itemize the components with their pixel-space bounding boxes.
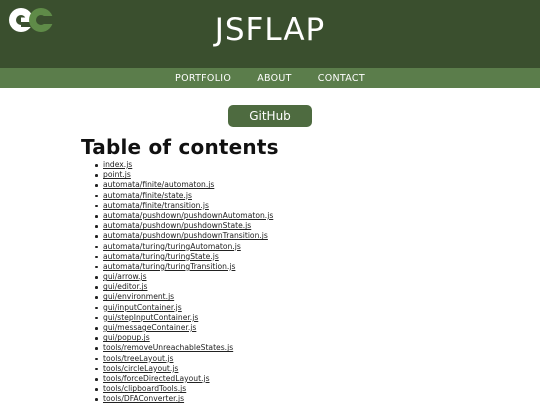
site-title: JSFLAP — [214, 12, 326, 48]
toc-list-item: automata/pushdown/pushdownAutomaton.js — [95, 211, 540, 221]
toc-link[interactable]: gui/stepInputContainer.js — [103, 313, 198, 322]
toc-list-item: gui/environment.js — [95, 292, 540, 302]
toc-list-item: tools/removeUnreachableStates.js — [95, 343, 540, 353]
toc-list-item: tools/circleLayout.js — [95, 364, 540, 374]
toc-link[interactable]: automata/pushdown/pushdownTransition.js — [103, 231, 268, 240]
toc-link[interactable]: automata/turing/turingAutomaton.js — [103, 242, 241, 251]
github-button[interactable]: GitHub — [228, 105, 312, 127]
toc-link[interactable]: automata/pushdown/pushdownState.js — [103, 221, 251, 230]
toc-list-item: gui/inputContainer.js — [95, 303, 540, 313]
toc-list-item: automata/pushdown/pushdownState.js — [95, 221, 540, 231]
toc-link[interactable]: gui/editor.js — [103, 282, 147, 291]
toc-list-item: point.js — [95, 170, 540, 180]
site-header: JSFLAP — [0, 0, 540, 68]
toc-link[interactable]: automata/finite/state.js — [103, 191, 192, 200]
toc-list-item: tools/forceDirectedLayout.js — [95, 374, 540, 384]
nav-contact-link[interactable]: CONTACT — [309, 73, 374, 84]
toc-link[interactable]: tools/DFAConverter.js — [103, 394, 184, 403]
toc-list-item: gui/popup.js — [95, 333, 540, 343]
toc-link[interactable]: gui/inputContainer.js — [103, 303, 182, 312]
toc-list-item: index.js — [95, 160, 540, 170]
toc-link[interactable]: automata/finite/transition.js — [103, 201, 209, 210]
toc-list-item: automata/turing/turingAutomaton.js — [95, 242, 540, 252]
toc-link[interactable]: gui/environment.js — [103, 292, 174, 301]
toc-link[interactable]: gui/messageContainer.js — [103, 323, 196, 332]
toc-list-item: automata/turing/turingState.js — [95, 252, 540, 262]
toc-link[interactable]: tools/treeLayout.js — [103, 354, 173, 363]
toc-link[interactable]: automata/pushdown/pushdownAutomaton.js — [103, 211, 273, 220]
toc-list-item: gui/editor.js — [95, 282, 540, 292]
toc-link[interactable]: index.js — [103, 160, 132, 169]
toc-link[interactable]: tools/forceDirectedLayout.js — [103, 374, 210, 383]
toc-list-item: automata/finite/transition.js — [95, 201, 540, 211]
toc-link[interactable]: automata/turing/turingState.js — [103, 252, 219, 261]
toc-link[interactable]: automata/finite/automaton.js — [103, 180, 214, 189]
nav-portfolio-link[interactable]: PORTFOLIO — [166, 73, 240, 84]
toc-list-item: gui/arrow.js — [95, 272, 540, 282]
toc-list-item: gui/messageContainer.js — [95, 323, 540, 333]
toc-link[interactable]: gui/popup.js — [103, 333, 150, 342]
toc-list-item: tools/DFAConverter.js — [95, 394, 540, 404]
toc-link[interactable]: tools/circleLayout.js — [103, 364, 178, 373]
toc-list-item: automata/finite/automaton.js — [95, 180, 540, 190]
nav-about-link[interactable]: ABOUT — [248, 73, 301, 84]
toc-list-item: gui/stepInputContainer.js — [95, 313, 540, 323]
toc-link[interactable]: gui/arrow.js — [103, 272, 147, 281]
toc-list-item: automata/pushdown/pushdownTransition.js — [95, 231, 540, 241]
toc-link[interactable]: tools/removeUnreachableStates.js — [103, 343, 233, 352]
main-nav: PORTFOLIO ABOUT CONTACT — [0, 68, 540, 88]
toc-link[interactable]: point.js — [103, 170, 131, 179]
github-button-wrap: GitHub — [0, 105, 540, 127]
toc-list-item: tools/treeLayout.js — [95, 354, 540, 364]
toc-title: Table of contents — [81, 135, 279, 159]
toc-link[interactable]: automata/turing/turingTransition.js — [103, 262, 235, 271]
toc-list-item: automata/turing/turingTransition.js — [95, 262, 540, 272]
toc-link[interactable]: tools/clipboardTools.js — [103, 384, 186, 393]
toc-list-item: tools/clipboardTools.js — [95, 384, 540, 394]
toc-list-item: automata/finite/state.js — [95, 191, 540, 201]
main-content: GitHub Table of contents index.js point.j… — [0, 88, 540, 405]
toc-list: index.js point.js automata/finite/automato… — [0, 160, 540, 405]
